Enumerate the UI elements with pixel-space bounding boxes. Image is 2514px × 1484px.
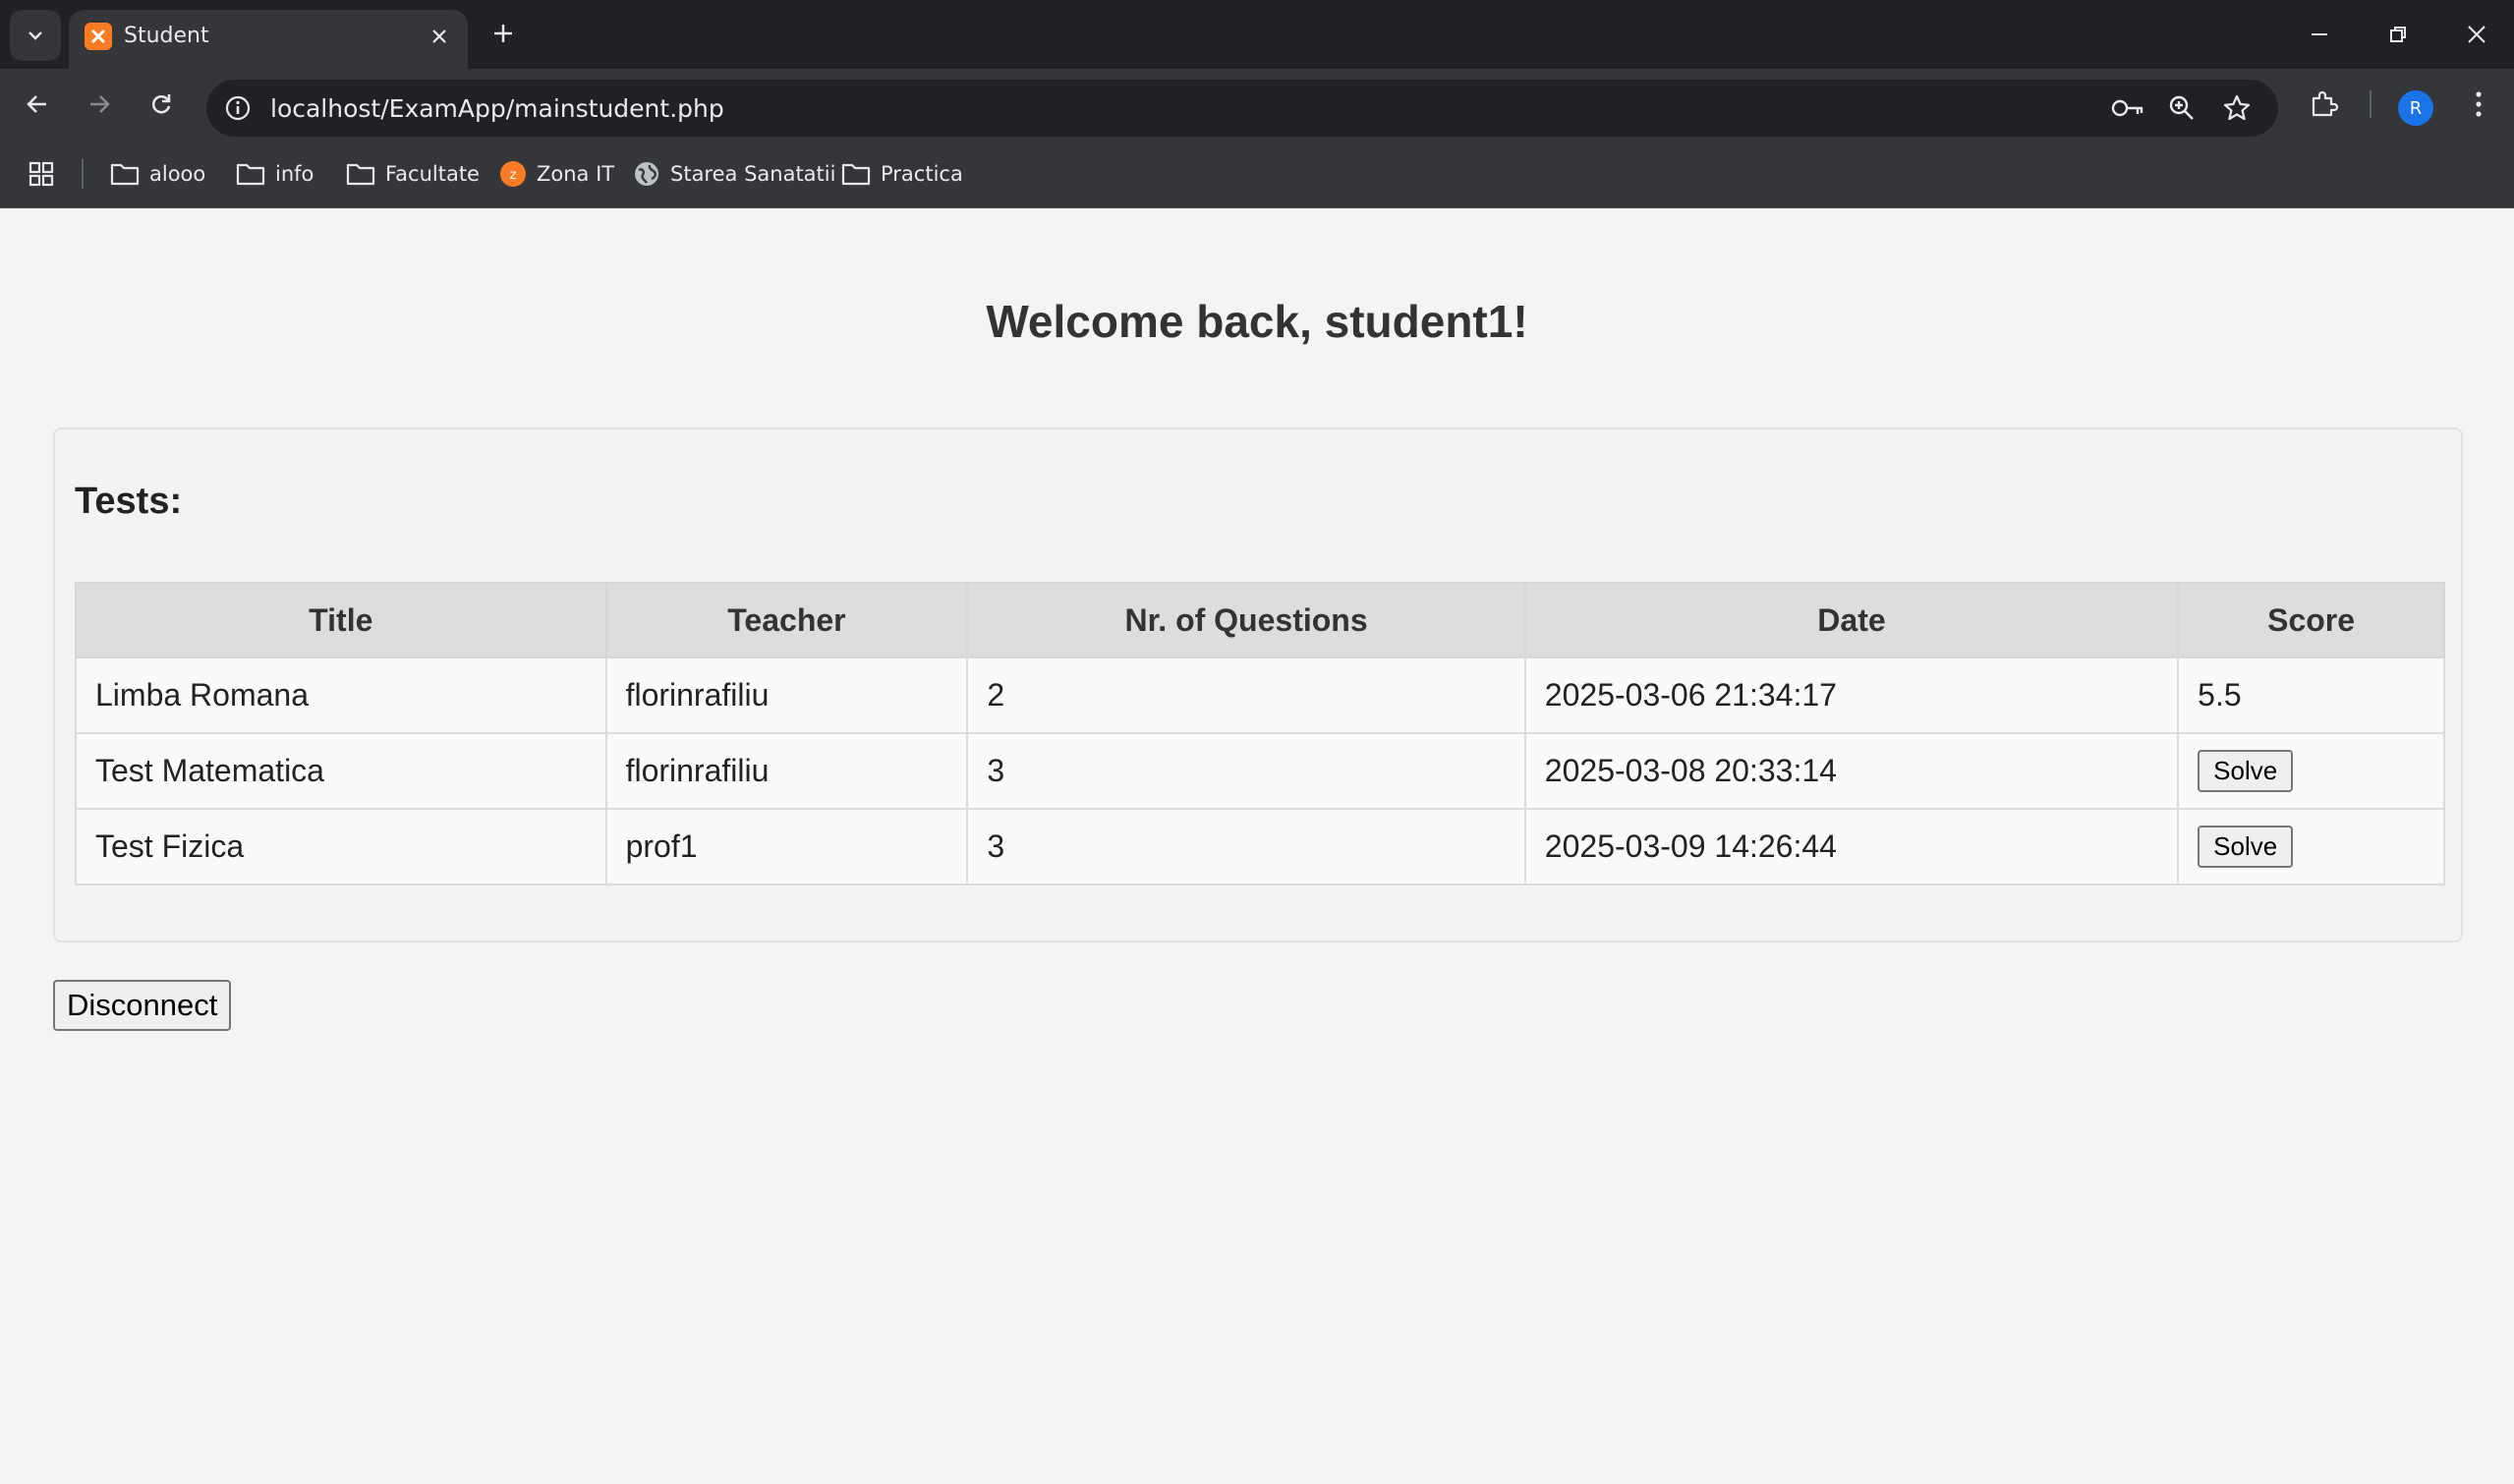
bookmark-star-icon[interactable] [2217, 90, 2257, 126]
close-window-button[interactable] [2447, 10, 2506, 59]
table-header-row: Title Teacher Nr. of Questions Date Scor… [75, 582, 2445, 658]
bookmark-folder-info[interactable]: info [236, 157, 314, 191]
cell-questions: 3 [966, 732, 1526, 810]
solve-button[interactable]: Solve [2198, 750, 2294, 792]
bookmark-folder-practica[interactable]: Practica [841, 157, 963, 191]
cell-title: Test Matematica [75, 732, 607, 810]
bookmarks-bar: alooo info Facultate z Zona IT Starea Sa… [0, 140, 2514, 208]
cell-date: 2025-03-08 20:33:14 [1523, 732, 2180, 810]
tests-panel: Tests: Title Teacher Nr. of Questions Da… [53, 428, 2463, 942]
url-text: localhost/ExamApp/mainstudent.php [270, 94, 724, 123]
puzzle-icon [2312, 90, 2338, 117]
svg-text:z: z [510, 168, 517, 183]
disconnect-button[interactable]: Disconnect [53, 980, 232, 1031]
bookmark-label: Facultate [385, 162, 480, 186]
browser-menu-button[interactable] [2455, 81, 2502, 128]
cell-date: 2025-03-09 14:26:44 [1523, 808, 2180, 885]
column-header-score: Score [2177, 582, 2445, 658]
tab-strip: Student [0, 0, 2514, 69]
bookmark-label: alooo [149, 162, 206, 186]
column-header-date: Date [1523, 582, 2180, 658]
address-bar[interactable]: localhost/ExamApp/mainstudent.php [206, 80, 2278, 137]
table-row: Limba Romana florinrafiliu 2 2025-03-06 … [75, 656, 2445, 734]
close-icon [2468, 26, 2485, 43]
zona-it-icon: z [500, 161, 526, 187]
extensions-button[interactable] [2300, 81, 2347, 128]
bookmark-zona-it[interactable]: z Zona IT [499, 157, 614, 191]
column-header-title: Title [75, 582, 607, 658]
restore-button[interactable] [2369, 10, 2428, 59]
site-info-icon[interactable] [220, 90, 256, 126]
apps-button[interactable] [28, 157, 55, 191]
cell-teacher: prof1 [604, 808, 969, 885]
more-vertical-icon [2476, 91, 2482, 117]
close-tab-icon[interactable] [425, 22, 454, 51]
chevron-down-icon [29, 31, 42, 40]
welcome-heading: Welcome back, student1! [986, 296, 1528, 347]
bookmark-starea-sanatatii[interactable]: Starea Sanatatii [633, 157, 835, 191]
solve-button[interactable]: Solve [2198, 826, 2294, 868]
cell-title: Test Fizica [75, 808, 607, 885]
cell-score: Solve [2177, 808, 2445, 885]
cell-score: Solve [2177, 732, 2445, 810]
back-button[interactable] [14, 81, 61, 128]
browser-toolbar: localhost/ExamApp/mainstudent.php R [0, 69, 2514, 140]
cell-score: 5.5 [2177, 656, 2445, 734]
minimize-icon [2312, 33, 2327, 35]
minimize-button[interactable] [2290, 10, 2349, 59]
arrow-right-icon [90, 95, 110, 113]
folder-icon [110, 163, 140, 186]
bookmarks-divider [82, 159, 84, 189]
folder-icon [346, 163, 375, 186]
bookmark-label: info [275, 162, 314, 186]
folder-icon [236, 163, 265, 186]
cell-questions: 2 [966, 656, 1526, 734]
profile-avatar[interactable]: R [2398, 90, 2433, 126]
forward-button[interactable] [76, 81, 123, 128]
globe-icon [635, 162, 658, 186]
cell-teacher: florinrafiliu [604, 656, 969, 734]
bookmark-label: Starea Sanatatii [670, 162, 836, 186]
tests-table: Title Teacher Nr. of Questions Date Scor… [75, 582, 2445, 885]
table-row: Test Fizica prof1 3 2025-03-09 14:26:44 … [75, 808, 2445, 885]
arrow-left-icon [27, 95, 46, 113]
column-header-teacher: Teacher [604, 582, 969, 658]
tests-heading: Tests: [75, 481, 183, 522]
restore-icon [2390, 27, 2406, 42]
apps-grid-icon [29, 161, 54, 187]
xampp-favicon-icon [85, 23, 112, 50]
password-key-icon[interactable] [2108, 90, 2147, 126]
cell-questions: 3 [966, 808, 1526, 885]
cell-teacher: florinrafiliu [604, 732, 969, 810]
browser-tab[interactable]: Student [69, 10, 468, 69]
tab-title: Student [124, 24, 209, 48]
zoom-icon[interactable] [2162, 90, 2201, 126]
bookmark-folder-facultate[interactable]: Facultate [346, 157, 480, 191]
tab-search-button[interactable] [10, 10, 61, 61]
cell-date: 2025-03-06 21:34:17 [1523, 656, 2180, 734]
reload-button[interactable] [138, 81, 185, 128]
bookmark-folder-alooo[interactable]: alooo [110, 157, 205, 191]
table-row: Test Matematica florinrafiliu 3 2025-03-… [75, 732, 2445, 810]
bookmark-label: Zona IT [537, 162, 615, 186]
plus-icon [494, 25, 512, 42]
bookmark-label: Practica [881, 162, 963, 186]
toolbar-divider [2370, 90, 2371, 118]
cell-title: Limba Romana [75, 656, 607, 734]
avatar-letter: R [2409, 97, 2423, 119]
reload-icon [151, 94, 171, 114]
new-tab-button[interactable] [486, 16, 521, 51]
folder-icon [841, 163, 871, 186]
column-header-questions: Nr. of Questions [966, 582, 1526, 658]
